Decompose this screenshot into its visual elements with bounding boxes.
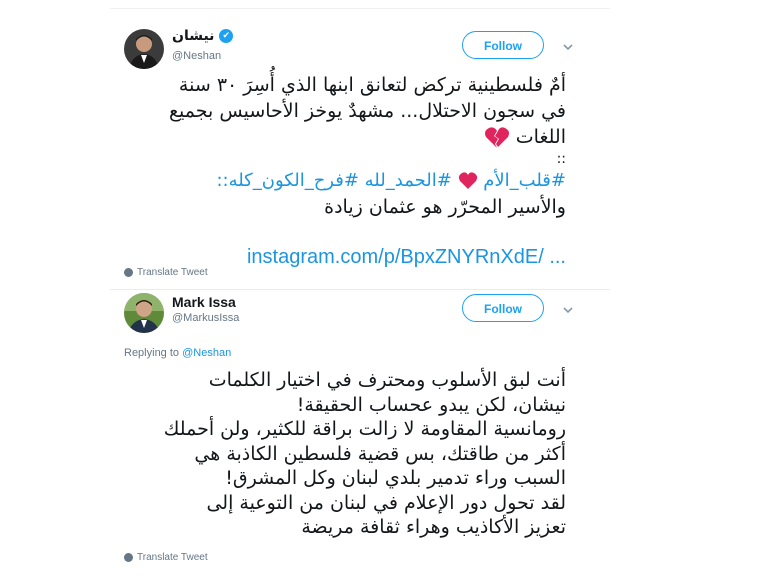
translate-label: Translate Tweet — [137, 552, 208, 563]
tweet-text-line: السبب وراء تدمير بلدي لبنان وكل المشرق! — [225, 467, 566, 489]
tweet-text-line: أكثر من طاقتك، بس قضية فلسطين الكاذبة هي — [194, 442, 566, 465]
translate-tweet-link[interactable]: Translate Tweet — [124, 267, 208, 278]
follow-button[interactable]: Follow — [462, 31, 544, 59]
replying-to-label: Replying to — [124, 347, 180, 359]
translate-label: Translate Tweet — [137, 267, 208, 278]
tweet-text-line: في سجون الاحتلال... مشهدٌ يوخز الأحاسيس … — [168, 100, 566, 122]
globe-icon — [124, 267, 133, 277]
translate-tweet-link[interactable]: Translate Tweet — [124, 552, 208, 563]
author-name[interactable]: Mark Issa — [172, 294, 236, 310]
tweet-text-line: لقد تحول دور الإعلام في لبنان من التوعية… — [206, 491, 566, 514]
tweet-card-neshan: نيشان ✔ @Neshan Follow أمٌ فلسطينية تركض… — [110, 8, 610, 287]
tweet-text-line: أنت لبق الأسلوب ومحترف في اختيار الكلمات — [208, 369, 566, 391]
tweet-text-line: نيشان، لكن يبدو عحساب الحقيقة! — [296, 393, 566, 416]
author-name-text: نيشان — [172, 28, 215, 44]
tweet-card-mark-issa: Mark Issa @MarkusIssa Follow Replying to… — [110, 289, 610, 575]
globe-icon — [124, 552, 133, 562]
author-handle[interactable]: @MarkusIssa — [172, 312, 239, 324]
tweet-text: أمٌ فلسطينية تركض لتعانق ابنها الذي أُسِ… — [120, 72, 566, 220]
freed-prisoner-line: والأسير المحرّر هو عثمان زيادة — [324, 196, 566, 218]
avatar-neshan[interactable] — [124, 29, 164, 69]
hashtag-link[interactable]: #الحمد_لله #فرح_الكون_كله:: — [216, 170, 451, 191]
author-handle[interactable]: @Neshan — [172, 50, 221, 62]
hashtag-link[interactable]: #قلب_الأم — [483, 170, 566, 191]
verified-badge-icon: ✔ — [219, 29, 234, 43]
broken-heart-icon — [484, 126, 509, 148]
tweet-text-line: تعزيز الأكاذيب وهراء ثقافة مريضة — [301, 516, 566, 538]
replying-to: Replying to @Neshan — [124, 347, 231, 359]
replying-to-mention[interactable]: @Neshan — [182, 347, 231, 359]
author-name[interactable]: نيشان ✔ — [172, 28, 237, 44]
chevron-down-icon[interactable] — [561, 303, 575, 317]
tweet-text-segment: اللغات — [515, 126, 566, 148]
chevron-down-icon[interactable] — [561, 40, 575, 54]
separator: :: — [556, 151, 566, 167]
tweet-text-line: رومانسية المقاومة لا زالت براقة للكثير، … — [163, 418, 566, 440]
tweet-text-line: اللغات — [120, 124, 566, 150]
hashtags[interactable]: #قلب_الأم #الحمد_لله #فرح_الكون_كله:: — [120, 168, 566, 194]
follow-button[interactable]: Follow — [462, 294, 544, 322]
heart-icon — [458, 172, 477, 189]
tweet-text: أنت لبق الأسلوب ومحترف في اختيار الكلمات… — [120, 368, 566, 540]
tweet-text-line: أمٌ فلسطينية تركض لتعانق ابنها الذي أُسِ… — [178, 74, 566, 96]
avatar-mark-issa[interactable] — [124, 293, 164, 333]
